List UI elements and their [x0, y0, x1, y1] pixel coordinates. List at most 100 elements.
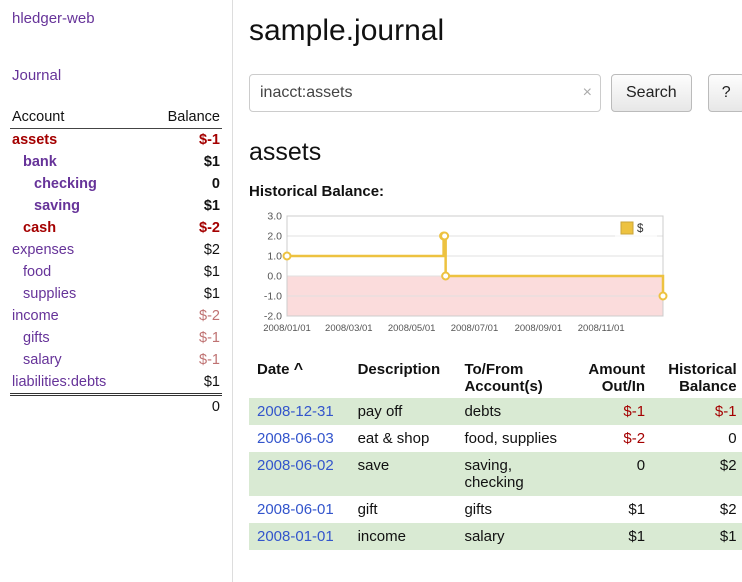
account-balance: $-2 — [145, 217, 222, 239]
account-link[interactable]: cash — [23, 220, 56, 236]
register-balance-cell: $2 — [653, 452, 742, 496]
balance-chart: 3.02.01.00.0-1.0-2.02008/01/012008/03/01… — [249, 206, 673, 344]
chart-x-tick-label: 2008/01/01 — [263, 323, 311, 334]
accounts-total-value: 0 — [145, 395, 222, 419]
search-button[interactable]: Search — [611, 74, 692, 112]
account-name-cell: expenses — [10, 239, 145, 261]
register-balance-cell: $1 — [653, 523, 742, 550]
register-row: 2008-06-01 giftgifts$1$2 — [249, 496, 742, 523]
help-button[interactable]: ? — [708, 74, 742, 112]
account-row: saving$1 — [10, 195, 222, 217]
sidebar: hledger-web Journal Account Balance asse… — [0, 0, 233, 582]
register-date-cell: 2008-06-02 — [249, 452, 350, 496]
account-heading: assets — [249, 138, 742, 167]
account-name-cell: assets — [10, 129, 145, 152]
register-accounts-cell: gifts — [456, 496, 574, 523]
register-header-accounts: To/From Account(s) — [456, 358, 574, 398]
account-link[interactable]: saving — [34, 198, 80, 214]
account-row: income $-2 — [10, 305, 222, 327]
chart-legend-swatch-icon — [621, 222, 633, 234]
chart-x-tick-label: 2008/05/01 — [388, 323, 436, 334]
register-amount-cell: $1 — [574, 496, 653, 523]
chart-x-tick-label: 2008/07/01 — [451, 323, 499, 334]
chart-y-tick-label: -2.0 — [264, 311, 282, 323]
account-balance: $1 — [145, 371, 222, 395]
register-header-description: Description — [350, 358, 457, 398]
chart-y-tick-label: 0.0 — [267, 271, 282, 283]
register-accounts-cell: salary — [456, 523, 574, 550]
chart-y-tick-label: 3.0 — [267, 211, 282, 223]
account-balance: $-1 — [145, 327, 222, 349]
clear-search-icon[interactable]: × — [583, 85, 592, 101]
account-row: supplies$1 — [10, 283, 222, 305]
search-bar: × Search ? — [249, 74, 742, 112]
account-name-cell: cash — [10, 217, 145, 239]
account-link[interactable]: liabilities:debts — [12, 374, 106, 390]
account-link[interactable]: supplies — [23, 286, 76, 302]
transaction-date-link[interactable]: 2008-12-31 — [257, 403, 334, 420]
chart-x-tick-label: 2008/03/01 — [325, 323, 373, 334]
accounts-body: assets$-1bank$1checking0saving$1cash$-2e… — [10, 129, 222, 395]
register-table: Date ^ Description To/From Account(s) Am… — [249, 358, 742, 550]
register-header-balance: Historical Balance — [653, 358, 742, 398]
account-row: food $1 — [10, 261, 222, 283]
register-amount-cell: $1 — [574, 523, 653, 550]
accounts-header-balance: Balance — [145, 106, 222, 129]
account-row: bank $1 — [10, 151, 222, 173]
register-balance-cell: $2 — [653, 496, 742, 523]
account-name-cell: bank — [10, 151, 145, 173]
register-header-row: Date ^ Description To/From Account(s) Am… — [249, 358, 742, 398]
register-date-cell: 2008-12-31 — [249, 398, 350, 425]
transaction-date-link[interactable]: 2008-01-01 — [257, 528, 334, 545]
chart-data-point — [284, 253, 291, 260]
account-link[interactable]: assets — [12, 132, 57, 148]
register-date-cell: 2008-06-01 — [249, 496, 350, 523]
account-link[interactable]: food — [23, 264, 51, 280]
main-content: sample.journal × Search ? assets Histori… — [233, 0, 742, 582]
transaction-date-link[interactable]: 2008-06-02 — [257, 457, 334, 474]
account-balance: $-2 — [145, 305, 222, 327]
register-description-cell: gift — [350, 496, 457, 523]
chart-y-tick-label: 1.0 — [267, 251, 282, 263]
register-accounts-cell: food, supplies — [456, 425, 574, 452]
account-balance: $2 — [145, 239, 222, 261]
accounts-total-spacer — [10, 395, 145, 419]
register-amount-cell: $-1 — [574, 398, 653, 425]
account-balance: $-1 — [145, 349, 222, 371]
register-description-cell: income — [350, 523, 457, 550]
search-input[interactable] — [249, 74, 601, 112]
transaction-date-link[interactable]: 2008-06-03 — [257, 430, 334, 447]
chart-data-point — [660, 293, 667, 300]
app-title[interactable]: hledger-web — [0, 8, 232, 27]
register-accounts-cell: debts — [456, 398, 574, 425]
account-link[interactable]: checking — [34, 176, 97, 192]
account-link[interactable]: salary — [23, 352, 62, 368]
account-name-cell: liabilities:debts — [10, 371, 145, 395]
account-name-cell: food — [10, 261, 145, 283]
register-row: 2008-12-31pay offdebts$-1$-1 — [249, 398, 742, 425]
nav-journal-link[interactable]: Journal — [12, 67, 220, 84]
account-row: liabilities:debts $1 — [10, 371, 222, 395]
account-balance: $1 — [145, 151, 222, 173]
account-row: expenses $2 — [10, 239, 222, 261]
chart-y-tick-label: -1.0 — [264, 291, 282, 303]
register-date-cell: 2008-01-01 — [249, 523, 350, 550]
transaction-date-link[interactable]: 2008-06-01 — [257, 501, 334, 518]
account-link[interactable]: income — [12, 308, 59, 324]
chart-title: Historical Balance: — [249, 183, 742, 200]
register-balance-cell: $-1 — [653, 398, 742, 425]
accounts-total-row: 0 — [10, 395, 222, 419]
account-name-cell: saving — [10, 195, 145, 217]
chart-data-point — [441, 233, 448, 240]
account-link[interactable]: gifts — [23, 330, 50, 346]
account-balance: $1 — [145, 261, 222, 283]
page-title: sample.journal — [249, 14, 742, 48]
register-amount-cell: $-2 — [574, 425, 653, 452]
register-header-date[interactable]: Date ^ — [249, 358, 350, 398]
account-balance: $-1 — [145, 129, 222, 152]
account-link[interactable]: expenses — [12, 242, 74, 258]
account-link[interactable]: bank — [23, 154, 57, 170]
register-date-cell: 2008-06-03 — [249, 425, 350, 452]
account-row: checking0 — [10, 173, 222, 195]
account-row: cash $-2 — [10, 217, 222, 239]
